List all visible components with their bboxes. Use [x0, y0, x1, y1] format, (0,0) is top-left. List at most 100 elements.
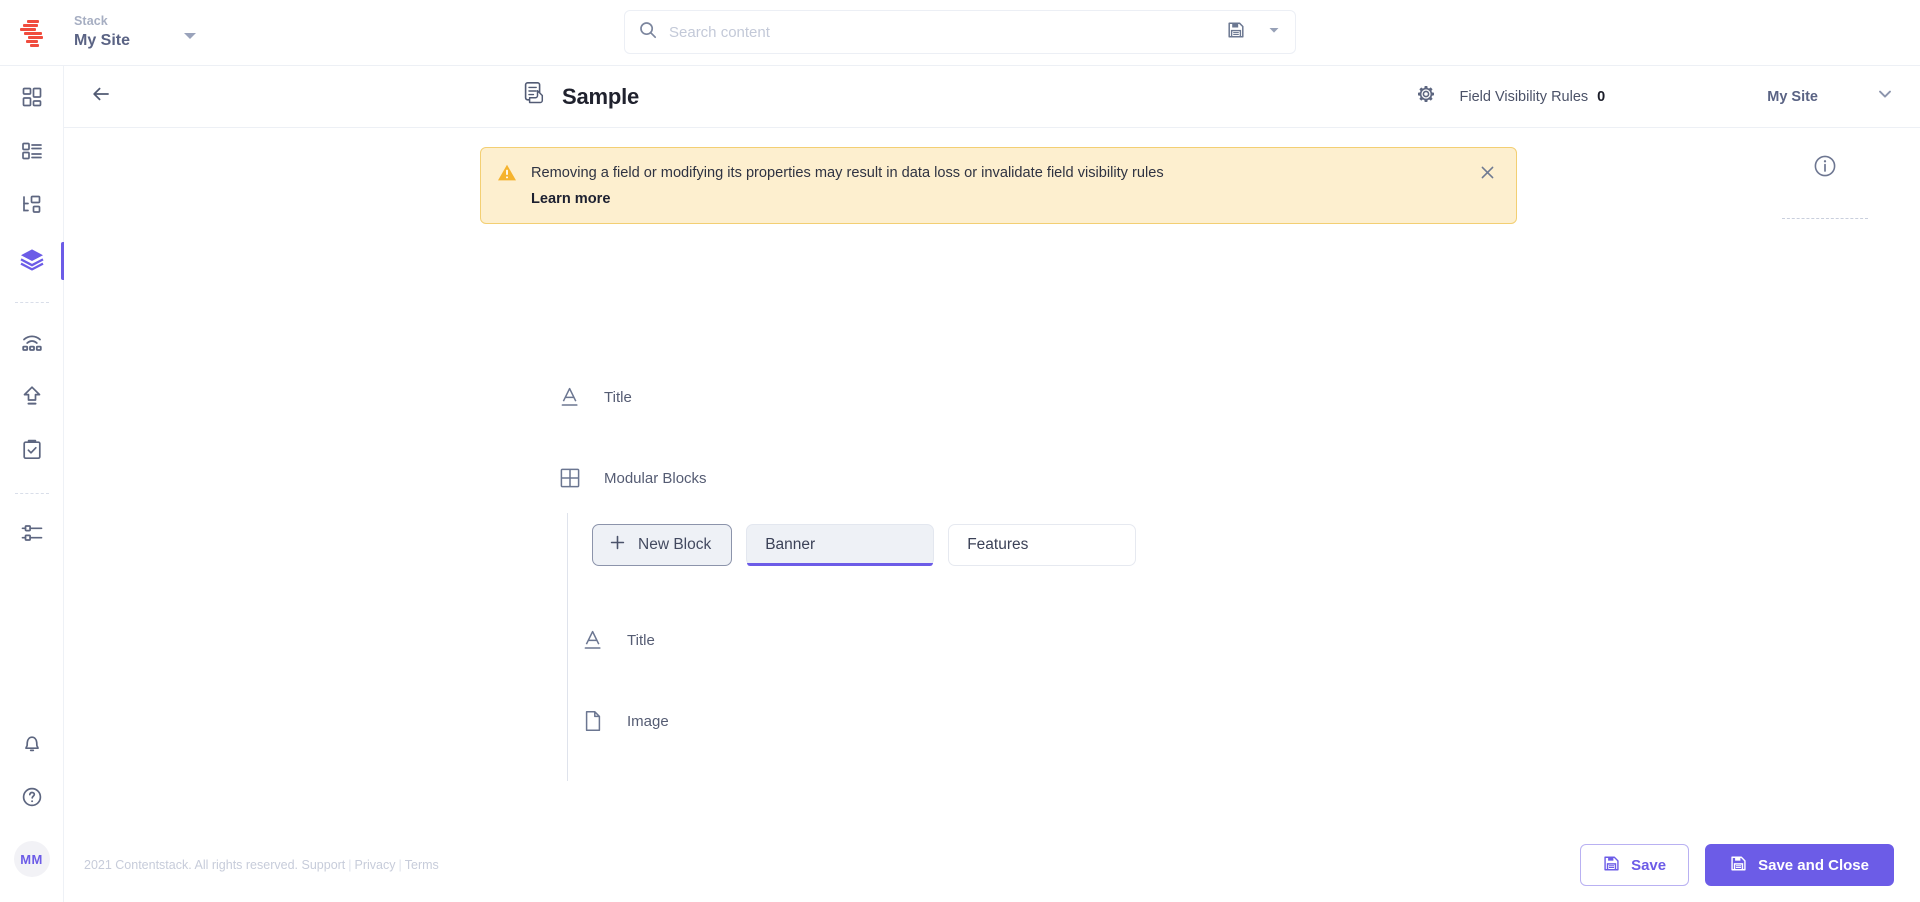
save-button-label: Save: [1631, 857, 1666, 874]
stack-label: Stack: [74, 14, 130, 30]
back-button[interactable]: [86, 82, 116, 112]
clipboard-check-icon: [20, 438, 44, 467]
footer-actions: Save Save and Close: [1580, 844, 1894, 886]
support-link[interactable]: Support: [302, 858, 346, 872]
sidebar-item-audit-log[interactable]: [0, 425, 64, 479]
block-tab-features[interactable]: Features: [948, 524, 1136, 566]
block-tab-banner[interactable]: Banner: [746, 524, 934, 566]
gear-icon: [1416, 84, 1436, 109]
block-field-title-label: Title: [627, 632, 655, 649]
search-caret-down-icon[interactable]: [1267, 23, 1281, 42]
warning-banner: Removing a field or modifying its proper…: [480, 147, 1517, 224]
info-circle-icon[interactable]: [1812, 166, 1838, 183]
sidebar-item-help[interactable]: [0, 772, 64, 826]
dashboard-grid-icon: [20, 85, 44, 114]
field-visibility-rules-label: Field Visibility Rules: [1459, 89, 1588, 105]
top-bar: Stack My Site: [0, 0, 1920, 66]
subheader-actions: Field Visibility Rules 0 My Site: [1409, 80, 1894, 114]
field-visibility-rules-count: 0: [1597, 89, 1605, 105]
field-title-label: Title: [604, 389, 632, 406]
entry-footer: 2021 Contentstack. All rights reserved. …: [64, 828, 1920, 902]
modular-block-tabs: New Block Banner Features: [592, 524, 1136, 566]
question-circle-icon: [20, 785, 44, 814]
field-title[interactable]: Title: [556, 383, 632, 411]
info-panel-divider: [1782, 218, 1868, 219]
new-block-button[interactable]: New Block: [592, 524, 732, 566]
field-visibility-rules[interactable]: Field Visibility Rules 0: [1459, 89, 1605, 105]
save-and-close-button[interactable]: Save and Close: [1705, 844, 1894, 886]
single-line-text-icon: [579, 626, 607, 654]
stack-selector[interactable]: Stack My Site: [74, 14, 196, 52]
content-types-list-icon: [20, 139, 44, 168]
site-selector[interactable]: My Site: [1767, 85, 1894, 108]
floppy-disk-icon: [1730, 855, 1747, 876]
modular-blocks-guide-line: [567, 513, 568, 781]
sidebar-item-stacks[interactable]: [0, 234, 64, 288]
entry-subheader: Sample Field Visibility Rules 0 My Site: [64, 66, 1920, 128]
avatar[interactable]: MM: [0, 832, 64, 886]
floppy-disk-icon: [1603, 855, 1620, 876]
block-field-image[interactable]: Image: [579, 707, 669, 735]
arrow-left-icon: [90, 83, 112, 110]
search-icon: [639, 21, 657, 44]
block-tab-banner-label: Banner: [765, 536, 815, 554]
contentstack-logo-icon: [17, 19, 47, 47]
entries-hierarchy-icon: [20, 193, 44, 222]
block-field-image-label: Image: [627, 713, 669, 730]
single-line-text-icon: [556, 383, 584, 411]
sidebar-item-settings[interactable]: [0, 508, 64, 562]
rail-divider: [15, 302, 49, 303]
file-document-icon: [579, 707, 607, 735]
sidebar-item-content-types[interactable]: [0, 126, 64, 180]
sliders-settings-icon: [20, 521, 44, 550]
new-block-label: New Block: [638, 536, 711, 554]
settings-button[interactable]: [1409, 80, 1443, 114]
field-modular-blocks[interactable]: Modular Blocks: [556, 464, 707, 492]
entry-content-area: Removing a field or modifying its proper…: [64, 128, 1920, 828]
bell-icon: [20, 731, 44, 760]
search-tools: [1227, 21, 1281, 44]
layers-stack-icon: [19, 246, 45, 277]
terms-link[interactable]: Terms: [405, 858, 439, 872]
global-search-bar[interactable]: [624, 10, 1296, 54]
upload-arrow-icon: [20, 384, 44, 413]
sidebar-item-dashboard[interactable]: [0, 72, 64, 126]
warning-banner-body: Removing a field or modifying its proper…: [531, 163, 1462, 208]
rail-divider-2: [15, 493, 49, 494]
page-title: Sample: [562, 84, 639, 110]
sidebar-item-releases[interactable]: [0, 371, 64, 425]
footer-divider-2: |: [399, 858, 402, 872]
privacy-link[interactable]: Privacy: [355, 858, 396, 872]
floppy-disk-icon[interactable]: [1227, 21, 1245, 44]
banner-close-button[interactable]: [1476, 164, 1498, 186]
field-modular-blocks-label: Modular Blocks: [604, 470, 707, 487]
info-side-panel: [1776, 153, 1886, 219]
contentstack-logo[interactable]: [0, 0, 64, 66]
copyright-text: 2021 Contentstack. All rights reserved.: [84, 858, 298, 872]
block-tab-features-label: Features: [967, 536, 1028, 554]
footer-divider-1: |: [348, 858, 351, 872]
learn-more-link[interactable]: Learn more: [531, 191, 610, 207]
sidebar-item-entries[interactable]: [0, 180, 64, 234]
warning-triangle-icon: [497, 163, 517, 208]
left-navigation-rail: MM: [0, 66, 64, 902]
stack-selector-text: Stack My Site: [74, 14, 130, 52]
plus-icon: [609, 534, 626, 556]
entry-title-group: Sample: [523, 81, 639, 112]
close-x-icon: [1479, 164, 1496, 186]
block-field-title[interactable]: Title: [579, 626, 655, 654]
avatar-initials: MM: [14, 841, 50, 877]
caret-down-icon[interactable]: [184, 33, 196, 39]
chevron-down-icon[interactable]: [1876, 85, 1894, 108]
sidebar-item-publish-queue[interactable]: [0, 317, 64, 371]
save-button[interactable]: Save: [1580, 844, 1689, 886]
sidebar-item-notifications[interactable]: [0, 718, 64, 772]
stack-name: My Site: [74, 31, 130, 51]
app-root: Stack My Site: [0, 0, 1920, 902]
search-input[interactable]: [669, 24, 1215, 41]
wifi-broadcast-icon: [20, 330, 44, 359]
warning-banner-message: Removing a field or modifying its proper…: [531, 163, 1462, 184]
content-type-copy-icon: [523, 81, 549, 112]
footer-copyright: 2021 Contentstack. All rights reserved. …: [84, 858, 439, 872]
save-and-close-button-label: Save and Close: [1758, 857, 1869, 874]
